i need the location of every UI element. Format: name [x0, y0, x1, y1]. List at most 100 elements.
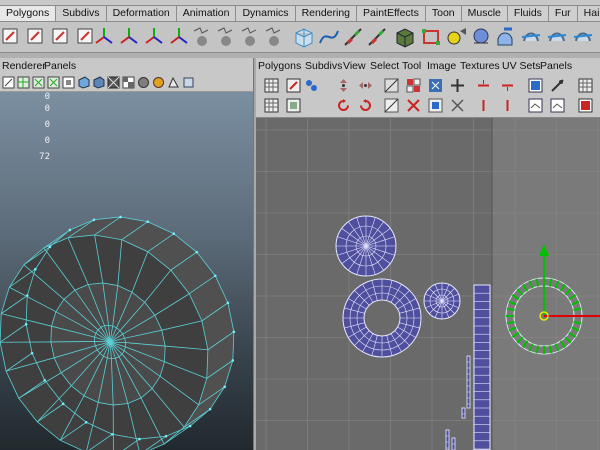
- flip-v-icon[interactable]: [358, 78, 373, 93]
- texture-border-icon[interactable]: [550, 98, 565, 113]
- shelf-tab-toon[interactable]: Toon: [425, 6, 462, 21]
- shelf-tab-hair[interactable]: Hair: [577, 6, 600, 21]
- grid-toggle-icon[interactable]: [17, 76, 30, 89]
- resolution-gate-icon[interactable]: [32, 76, 45, 89]
- merge-edge-icon[interactable]: [342, 25, 364, 49]
- wireframe-icon[interactable]: [2, 76, 15, 89]
- rotate-cw-icon[interactable]: [358, 98, 373, 113]
- shelf-tab-rendering[interactable]: Rendering: [295, 6, 358, 21]
- shadows-icon[interactable]: [152, 76, 165, 89]
- uv-shell-icon[interactable]: [304, 78, 319, 93]
- uv-grid-icon[interactable]: [264, 78, 279, 93]
- uv-snapshot-icon[interactable]: [286, 78, 301, 93]
- center-pivot-axes-icon[interactable]: [168, 25, 190, 49]
- unfold-uvs-icon[interactable]: [428, 78, 443, 93]
- cut-uv-edges-icon[interactable]: [384, 78, 399, 93]
- checker-tiles-icon[interactable]: [578, 78, 593, 93]
- menu-uv-sets[interactable]: UV Sets: [502, 60, 541, 72]
- isolate-select-icon[interactable]: [182, 76, 195, 89]
- split-uvs-icon[interactable]: [384, 98, 399, 113]
- append-polygon-tool-icon[interactable]: [25, 25, 47, 49]
- uv-editor-viewport[interactable]: [256, 118, 600, 450]
- shelf-tab-subdivs[interactable]: Subdivs: [56, 6, 107, 21]
- xray-icon[interactable]: [167, 76, 180, 89]
- shelf-tab-dynamics[interactable]: Dynamics: [236, 6, 296, 21]
- curve-tool-icon[interactable]: [318, 25, 340, 49]
- flip-u-icon[interactable]: [336, 78, 351, 93]
- shelf-tab-polygons[interactable]: Polygons: [0, 6, 57, 21]
- shaded-uv-icon[interactable]: [550, 78, 565, 93]
- menu-subdivs[interactable]: Subdivs: [305, 60, 342, 72]
- shelf-tab-painteffects[interactable]: PaintEffects: [357, 6, 426, 21]
- bridge-icon[interactable]: [420, 25, 442, 49]
- safe-action-icon[interactable]: [62, 76, 75, 89]
- rotate-axes-icon[interactable]: [118, 25, 140, 49]
- relax-uvs-icon[interactable]: [428, 98, 443, 113]
- uv-layout[interactable]: [256, 118, 600, 450]
- menu-view[interactable]: View: [343, 60, 366, 72]
- merge-uvs-icon[interactable]: [406, 98, 421, 113]
- menu-renderer[interactable]: Renderer: [2, 60, 46, 72]
- straighten-uvs-icon[interactable]: [450, 98, 465, 113]
- shelf-tab-fluids[interactable]: Fluids: [507, 6, 549, 21]
- selected-uv: [506, 307, 515, 312]
- menu-select[interactable]: Select: [370, 60, 399, 72]
- transfer-attributes-icon[interactable]: [572, 25, 594, 49]
- smooth-normals-icon[interactable]: [190, 25, 212, 49]
- move-axes-icon[interactable]: [93, 25, 115, 49]
- tire-vertex: [146, 220, 150, 224]
- menu-textures[interactable]: Textures: [460, 60, 500, 72]
- create-polygon-tool-icon[interactable]: [0, 25, 22, 49]
- shelf-tab-deformation[interactable]: Deformation: [106, 6, 177, 21]
- wire-cube-icon[interactable]: [292, 25, 314, 49]
- bevel-icon[interactable]: [446, 25, 468, 49]
- extrude-cube-icon[interactable]: [394, 25, 416, 49]
- selected-uv: [506, 320, 515, 325]
- tire-vertex: [61, 402, 65, 406]
- shelf-tab-fur[interactable]: Fur: [548, 6, 578, 21]
- align-u-max-icon[interactable]: [500, 78, 515, 93]
- layout-uvs-icon[interactable]: [450, 78, 465, 93]
- scale-axes-icon[interactable]: [143, 25, 165, 49]
- uv-distortion-icon[interactable]: [578, 98, 593, 113]
- paint-weights-icon[interactable]: [546, 25, 568, 49]
- smooth-shade-icon[interactable]: [77, 76, 90, 89]
- menu-tool[interactable]: Tool: [402, 60, 421, 72]
- selected-uv: [564, 336, 572, 344]
- dim-image-icon[interactable]: [528, 98, 543, 113]
- uv-frame-all-icon[interactable]: [264, 98, 279, 113]
- align-v-min-icon[interactable]: [476, 98, 491, 113]
- menu-image[interactable]: Image: [427, 60, 456, 72]
- sew-uv-edges-icon[interactable]: [406, 78, 421, 93]
- split-polygon-tool-icon[interactable]: [50, 25, 72, 49]
- checker-icon[interactable]: [122, 76, 135, 89]
- film-gate-icon[interactable]: [47, 76, 60, 89]
- align-v-max-icon[interactable]: [500, 98, 515, 113]
- menu-panels[interactable]: Panels: [540, 60, 572, 72]
- nurbs-to-polygons-icon[interactable]: [470, 25, 492, 49]
- selected-uv: [522, 283, 529, 292]
- menu-panels[interactable]: Panels: [44, 60, 76, 72]
- shelf-tab-muscle[interactable]: Muscle: [461, 6, 508, 21]
- shelf-tab-animation[interactable]: Animation: [176, 6, 237, 21]
- soften-edge-icon[interactable]: [214, 25, 236, 49]
- sculpt-tool-icon[interactable]: [520, 25, 542, 49]
- tire-vertex: [24, 322, 28, 326]
- perspective-viewport[interactable]: 0 0 0 0 72: [0, 92, 253, 450]
- tire-vertex: [138, 437, 141, 441]
- smooth-mesh-icon[interactable]: [494, 25, 516, 49]
- uv-frame-selected-icon[interactable]: [286, 98, 301, 113]
- selected-uv: [568, 294, 577, 301]
- harden-edge-icon[interactable]: [238, 25, 260, 49]
- rotate-ccw-icon[interactable]: [336, 98, 351, 113]
- menu-polygons[interactable]: Polygons: [258, 60, 301, 72]
- reverse-normals-icon[interactable]: [262, 25, 284, 49]
- tire-mesh[interactable]: [0, 92, 253, 450]
- textured-icon[interactable]: [107, 76, 120, 89]
- display-image-icon[interactable]: [528, 78, 543, 93]
- cut-faces-icon[interactable]: [366, 25, 388, 49]
- lights-icon[interactable]: [137, 76, 150, 89]
- move-v-arrow: [539, 244, 549, 256]
- shaded-cube-icon[interactable]: [92, 76, 105, 89]
- align-u-min-icon[interactable]: [476, 78, 491, 93]
